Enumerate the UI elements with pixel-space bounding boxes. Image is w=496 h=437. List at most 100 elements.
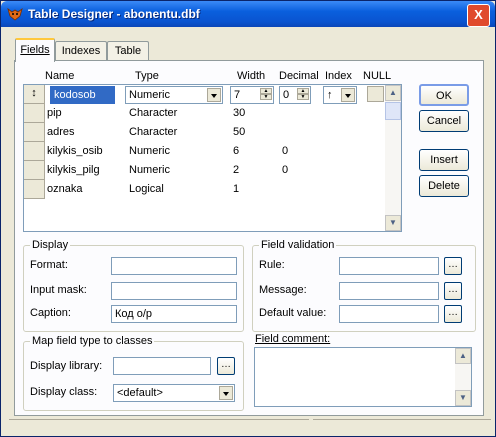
input-mask-input[interactable] — [111, 282, 237, 300]
format-label: Format: — [30, 259, 68, 271]
default-value-label: Default value: — [259, 307, 327, 319]
scroll-down-icon[interactable]: ▼ — [455, 390, 471, 406]
row-selector[interactable] — [24, 123, 45, 142]
spinner-arrows-icon[interactable]: ▲ ▼ — [260, 88, 272, 102]
column-header-width: Width — [237, 70, 266, 82]
ok-button[interactable]: OK — [419, 84, 469, 106]
field-type: Logical — [129, 183, 164, 195]
delete-button[interactable]: Delete — [419, 175, 469, 197]
format-input[interactable] — [111, 257, 237, 275]
table-row[interactable]: oznaka Logical 1 — [24, 180, 384, 199]
message-builder-button[interactable]: … — [444, 282, 462, 300]
scroll-up-icon[interactable]: ▲ — [385, 85, 401, 101]
field-decimal: 0 — [282, 164, 289, 176]
column-header-decimal: Decimal — [279, 70, 319, 82]
message-label: Message: — [259, 284, 307, 296]
field-width: 30 — [233, 107, 246, 119]
field-type: Numeric — [129, 164, 170, 176]
chevron-down-icon[interactable] — [207, 88, 221, 102]
field-width: 2 — [233, 164, 240, 176]
caption-input[interactable]: Код о/р — [111, 305, 237, 323]
status-bar — [9, 419, 491, 427]
field-comment-textarea[interactable]: ▲ ▼ — [254, 347, 472, 407]
field-width-spinner[interactable]: 7 ▲ ▼ — [230, 86, 274, 104]
column-header-name: Name — [45, 70, 75, 82]
field-name: pip — [47, 107, 62, 119]
field-name: kilykis_pilg — [47, 164, 100, 176]
fields-grid[interactable]: ↕ kodosob Numeric 7 ▲ ▼ 0 ▲ ▼ ↑ pip Characte… — [23, 84, 402, 232]
window-title: Table Designer - abonentu.dbf — [28, 7, 200, 21]
title-bar[interactable]: Table Designer - abonentu.dbf X — [1, 1, 495, 27]
display-library-label: Display library: — [30, 360, 103, 372]
cancel-button[interactable]: Cancel — [419, 110, 469, 132]
table-row[interactable]: pip Character 30 — [24, 104, 384, 123]
display-class-select[interactable]: <default> — [113, 384, 235, 402]
field-decimal: 0 — [282, 145, 289, 157]
field-name: kilykis_osib — [47, 145, 103, 157]
row-selector[interactable] — [24, 142, 45, 161]
field-name-input[interactable]: kodosob — [50, 86, 115, 104]
display-group: Display Format: Input mask: Caption: Код… — [23, 239, 244, 332]
spinner-arrows-icon[interactable]: ▲ ▼ — [297, 88, 309, 102]
tab-fields[interactable]: Fields — [15, 38, 55, 62]
column-header-null: NULL — [363, 70, 392, 82]
tab-indexes[interactable]: Indexes — [55, 41, 107, 60]
field-type: Numeric — [129, 145, 170, 157]
caption-label: Caption: — [30, 307, 71, 319]
field-type-select[interactable]: Numeric — [125, 86, 223, 104]
display-library-input[interactable] — [113, 357, 211, 375]
row-selector[interactable] — [24, 161, 45, 180]
scroll-up-icon[interactable]: ▲ — [455, 348, 471, 364]
map-classes-group: Map field type to classes Display librar… — [23, 335, 244, 411]
display-library-browse-button[interactable]: … — [217, 357, 235, 375]
status-segment — [313, 419, 491, 428]
close-icon: X — [474, 7, 483, 22]
tab-table[interactable]: Table — [107, 41, 149, 60]
row-selector-icon[interactable]: ↕ — [24, 85, 45, 104]
field-width: 1 — [233, 183, 240, 195]
row-selector[interactable] — [24, 104, 45, 123]
scroll-thumb[interactable] — [385, 102, 401, 120]
grid-scrollbar[interactable]: ▲ ▼ — [385, 85, 401, 231]
field-validation-group: Field validation Rule: … Message: … Defa… — [252, 239, 476, 332]
field-decimal-spinner[interactable]: 0 ▲ ▼ — [279, 86, 311, 104]
column-header-type: Type — [135, 70, 159, 82]
insert-button[interactable]: Insert — [419, 149, 469, 171]
field-comment-label: Field comment: — [255, 333, 331, 345]
dialog-client: Fields Indexes Table Name Type Width Dec… — [5, 27, 491, 432]
input-mask-label: Input mask: — [30, 284, 87, 296]
field-type: Character — [129, 107, 178, 119]
default-value-builder-button[interactable]: … — [444, 305, 462, 323]
table-row[interactable]: ↕ kodosob Numeric 7 ▲ ▼ 0 ▲ ▼ ↑ — [24, 85, 384, 104]
rule-label: Rule: — [259, 259, 285, 271]
field-width: 6 — [233, 145, 240, 157]
field-null-button[interactable] — [367, 86, 384, 102]
field-width: 50 — [233, 126, 246, 138]
chevron-down-icon[interactable] — [219, 386, 233, 400]
row-selector[interactable] — [24, 180, 45, 199]
comment-scrollbar[interactable]: ▲ ▼ — [455, 348, 471, 406]
table-row[interactable]: adres Character 50 — [24, 123, 384, 142]
default-value-input[interactable] — [339, 305, 439, 323]
field-index-select[interactable]: ↑ — [323, 86, 357, 104]
display-group-title: Display — [30, 239, 71, 251]
display-class-label: Display class: — [30, 386, 98, 398]
foxpro-fox-icon — [7, 7, 23, 21]
field-type: Character — [129, 126, 178, 138]
scroll-down-icon[interactable]: ▼ — [385, 215, 401, 231]
field-name: adres — [47, 126, 75, 138]
rule-builder-button[interactable]: … — [444, 257, 462, 275]
chevron-down-icon[interactable] — [341, 88, 355, 102]
fields-tab-panel: Name Type Width Decimal Index NULL ↕ kod… — [14, 60, 484, 416]
table-row[interactable]: kilykis_pilg Numeric 2 0 — [24, 161, 384, 180]
column-header-index: Index — [325, 70, 352, 82]
table-row[interactable]: kilykis_osib Numeric 6 0 — [24, 142, 384, 161]
field-name: oznaka — [47, 183, 83, 195]
close-button[interactable]: X — [467, 4, 490, 27]
map-classes-title: Map field type to classes — [30, 335, 155, 347]
message-input[interactable] — [339, 282, 439, 300]
table-designer-window: Table Designer - abonentu.dbf X Fields I… — [0, 0, 496, 437]
status-segment — [9, 419, 309, 428]
rule-input[interactable] — [339, 257, 439, 275]
field-validation-title: Field validation — [259, 239, 337, 251]
